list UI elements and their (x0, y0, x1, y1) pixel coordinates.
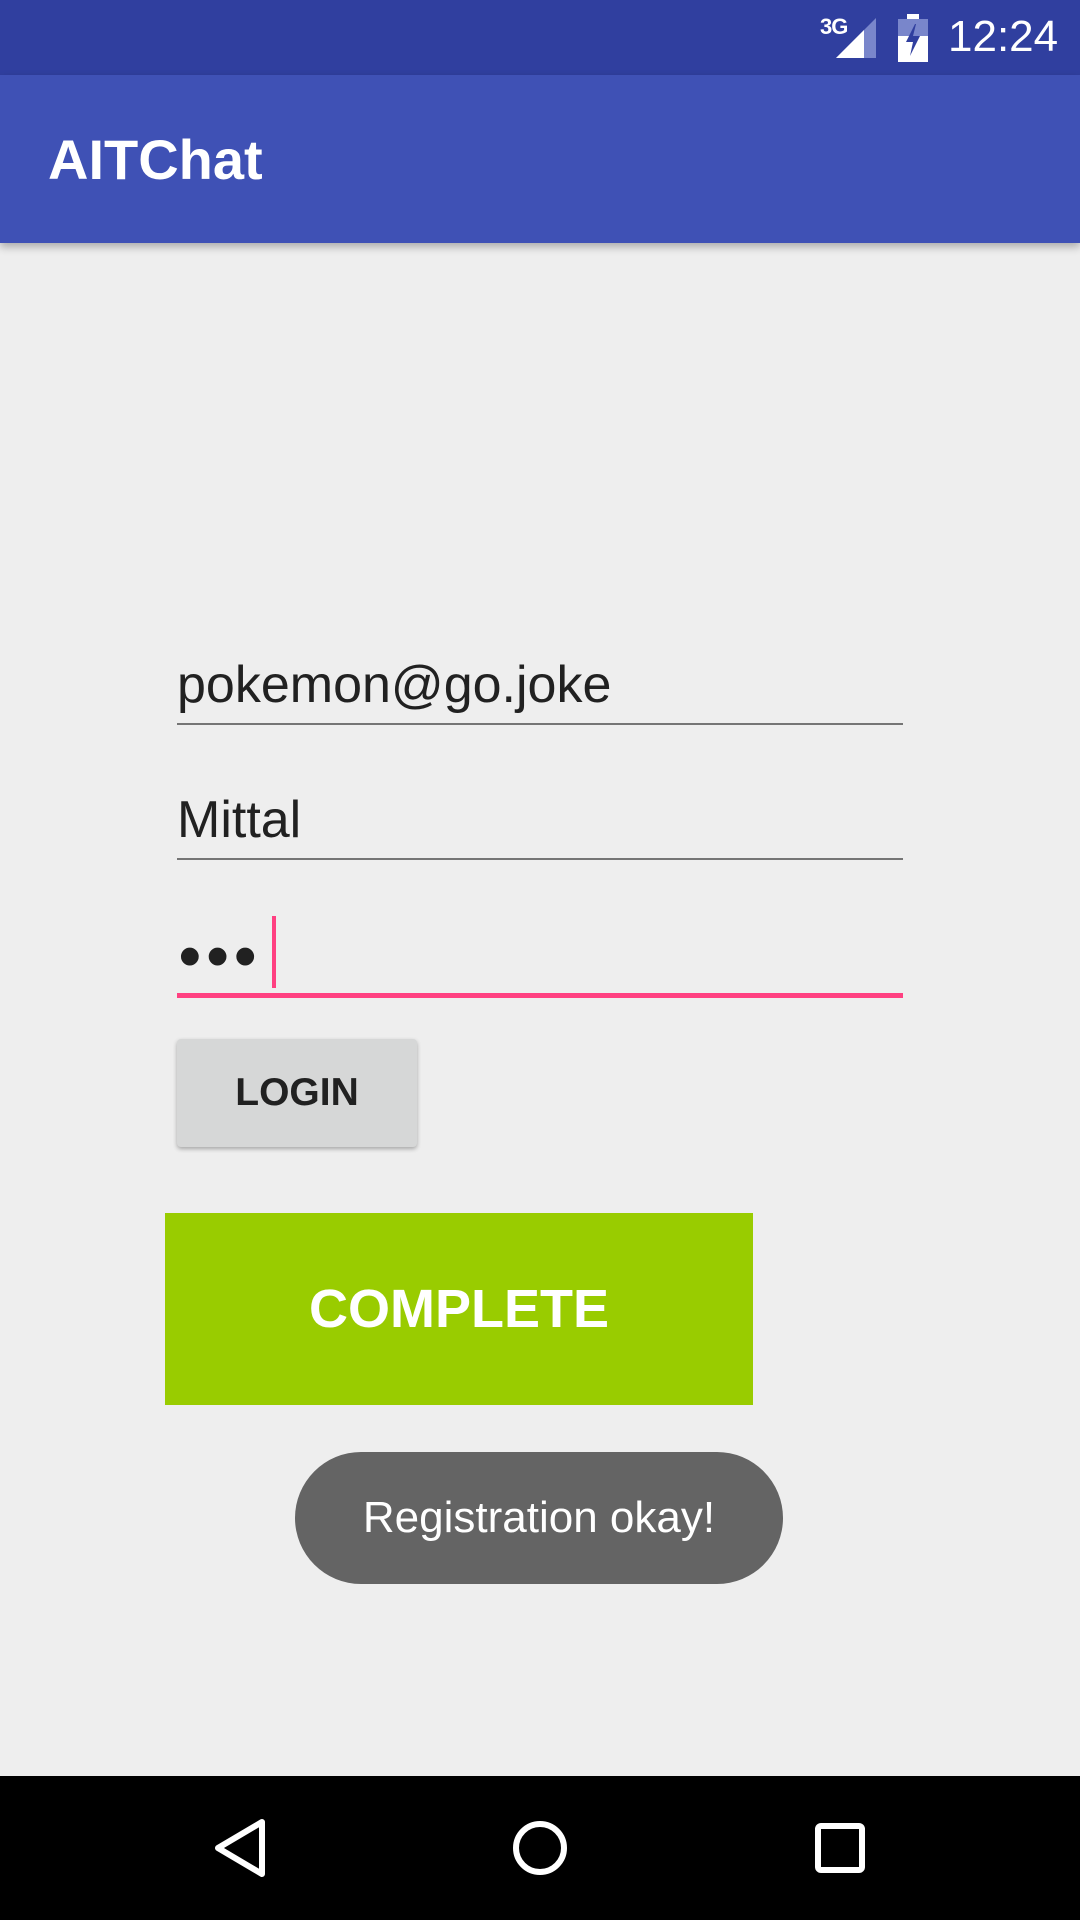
recents-icon[interactable] (800, 1808, 880, 1888)
login-button[interactable]: LOGIN (177, 1039, 417, 1147)
home-icon[interactable] (500, 1808, 580, 1888)
app-bar: AITChat (0, 75, 1080, 243)
clock: 12:24 (948, 12, 1059, 61)
complete-button[interactable]: COMPLETE (165, 1213, 753, 1405)
text-cursor (272, 916, 276, 988)
status-bar: 3G 12:24 (0, 0, 1080, 75)
password-field[interactable]: ••• (177, 916, 903, 998)
signal-icon (836, 18, 876, 58)
name-field[interactable]: Mittal (177, 780, 903, 860)
email-field[interactable]: pokemon@go.joke (177, 645, 903, 725)
battery-charging-icon (898, 14, 928, 62)
email-field-underline (177, 723, 903, 725)
password-mask: ••• (179, 922, 263, 991)
email-input-value: pokemon@go.joke (177, 656, 612, 714)
toast-message: Registration okay! (295, 1452, 783, 1584)
app-title: AITChat (48, 128, 263, 191)
password-field-underline (177, 993, 903, 998)
name-input-value: Mittal (177, 791, 302, 849)
navigation-bar (0, 1776, 1080, 1920)
name-field-underline (177, 858, 903, 860)
back-icon[interactable] (200, 1808, 280, 1888)
